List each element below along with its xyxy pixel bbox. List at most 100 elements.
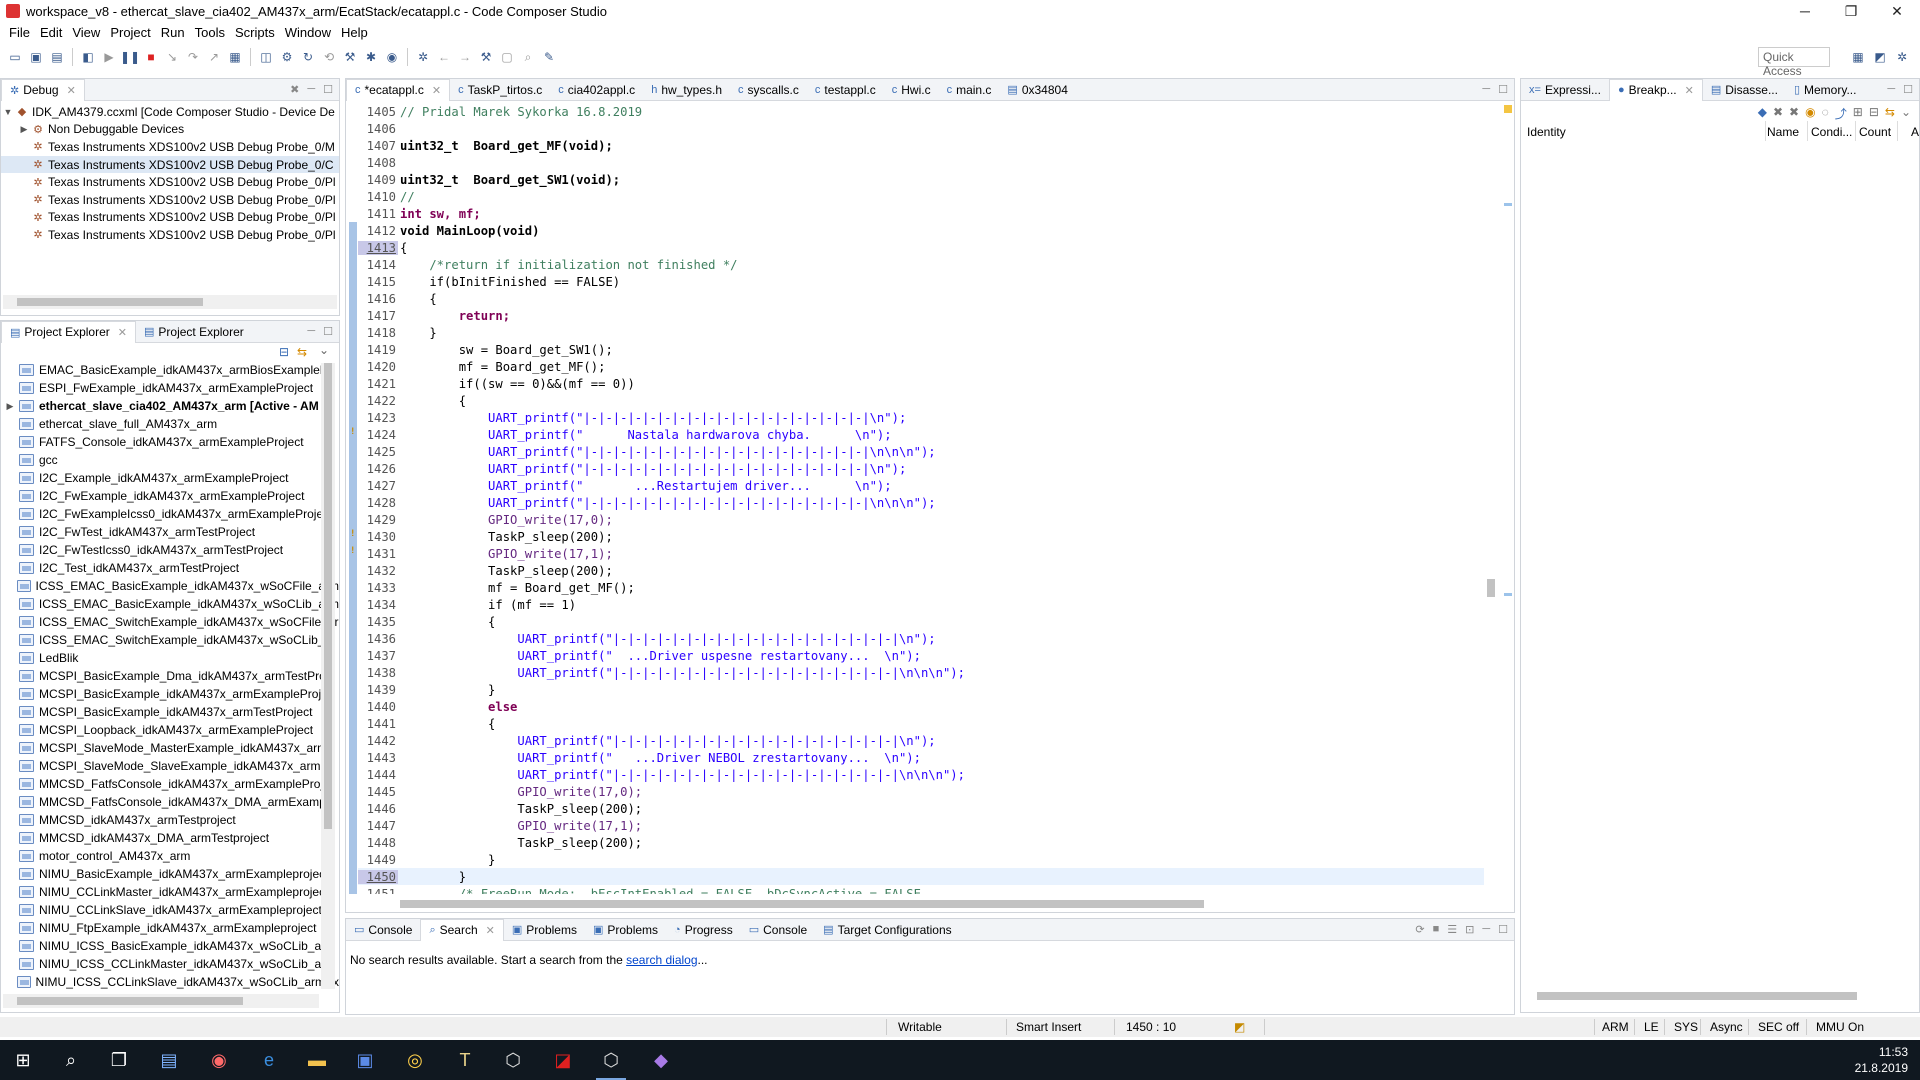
- tab-hw-types[interactable]: h hw_types.h: [643, 79, 730, 101]
- code-line[interactable]: 1415 if(bInitFinished == FALSE): [358, 273, 1496, 290]
- ccs-active-icon[interactable]: ⬡: [596, 1045, 626, 1080]
- project-list-item[interactable]: NIMU_ICSS_BasicExample_idkAM437x_wSoCLib…: [1, 937, 339, 955]
- column-identity[interactable]: Identity: [1527, 125, 1566, 139]
- column-separator[interactable]: [1807, 121, 1808, 141]
- code-line[interactable]: 1421 if((sw == 0)&&(mf == 0)): [358, 375, 1496, 392]
- project-list-item[interactable]: I2C_FwExampleIcss0_idkAM437x_armExampleP…: [1, 505, 339, 523]
- remove-all-icon[interactable]: ✖: [1789, 105, 1799, 122]
- minimize-button[interactable]: ─: [1782, 0, 1828, 22]
- menu-run[interactable]: Run: [156, 25, 190, 40]
- link-with-editor-icon[interactable]: ⇆: [297, 345, 307, 359]
- tab-problems-2[interactable]: ▣ Problems: [585, 919, 666, 941]
- code-line[interactable]: 1448 TaskP_sleep(200);: [358, 834, 1496, 851]
- project-list-item[interactable]: MMCSD_idkAM437x_armTestproject: [1, 811, 339, 829]
- scroll-thumb[interactable]: [1537, 992, 1857, 1000]
- code-line[interactable]: 1435 {: [358, 613, 1496, 630]
- refresh-icon[interactable]: ↻: [299, 48, 317, 66]
- code-line[interactable]: 1416 {: [358, 290, 1496, 307]
- code-line[interactable]: 1441 {: [358, 715, 1496, 732]
- tab-expressions[interactable]: x= Expressi...: [1521, 79, 1609, 101]
- expand-icon[interactable]: ▶: [17, 124, 31, 135]
- tab-testappl[interactable]: c testappl.c: [807, 79, 884, 101]
- debug-tree-row[interactable]: ✲ Texas Instruments XDS100v2 USB Debug P…: [1, 191, 339, 209]
- code-line[interactable]: 1410 //: [358, 188, 1496, 205]
- occurrence-marker[interactable]: [1504, 593, 1512, 596]
- cube-icon[interactable]: ⬡: [498, 1045, 528, 1075]
- project-list-item[interactable]: NIMU_CCLinkMaster_idkAM437x_armExamplepr…: [1, 883, 339, 901]
- folder-icon[interactable]: ▬: [302, 1045, 332, 1075]
- code-line[interactable]: 1433 mf = Board_get_MF();: [358, 579, 1496, 596]
- tab-breakpoints[interactable]: ● Breakp... ✕: [1608, 78, 1703, 101]
- warning-icon[interactable]: !: [350, 427, 358, 438]
- tab-debug[interactable]: ✲ Debug ✕: [1, 78, 85, 101]
- history-icon[interactable]: ⟲: [320, 48, 338, 66]
- column-count[interactable]: Count: [1859, 125, 1891, 139]
- tab-console-2[interactable]: ▭ Console: [741, 919, 815, 941]
- project-list-item[interactable]: MCSPI_BasicExample_Dma_idkAM437x_armTest…: [1, 667, 339, 685]
- code-line[interactable]: 1446 TaskP_sleep(200);: [358, 800, 1496, 817]
- project-list-item[interactable]: LedBlik: [1, 649, 339, 667]
- pin-icon[interactable]: ⊡: [1465, 923, 1474, 936]
- terminate-icon[interactable]: ■: [142, 48, 160, 66]
- disable-icon[interactable]: ◌: [1822, 105, 1829, 122]
- tab-project-explorer-2[interactable]: ▤ Project Explorer: [136, 321, 252, 343]
- save-icon[interactable]: ▣: [27, 48, 45, 66]
- project-list-item[interactable]: ICSS_EMAC_SwitchExample_idkAM437x_wSoCFi…: [1, 613, 339, 631]
- project-list-item[interactable]: NIMU_BasicExample_idkAM437x_armExamplepr…: [1, 865, 339, 883]
- close-icon[interactable]: ✕: [67, 84, 76, 97]
- edit-perspective-icon[interactable]: ◩: [1870, 47, 1890, 67]
- system-clock[interactable]: 11:53 21.8.2019: [1855, 1044, 1908, 1076]
- project-list-item[interactable]: gcc: [1, 451, 339, 469]
- remove-icon[interactable]: ✖: [1773, 105, 1783, 122]
- search-icon[interactable]: ⌕: [56, 1045, 86, 1075]
- menu-scripts[interactable]: Scripts: [230, 25, 280, 40]
- code-line[interactable]: 1450 }: [358, 868, 1496, 885]
- code-line[interactable]: 1409 uint32_t Board_get_SW1(void);: [358, 171, 1496, 188]
- debug-tree-row[interactable]: ✲ Texas Instruments XDS100v2 USB Debug P…: [1, 226, 339, 244]
- explorer-horizontal-scrollbar[interactable]: [3, 994, 319, 1008]
- tab-problems[interactable]: ▣ Problems: [504, 919, 585, 941]
- project-list-item[interactable]: motor_control_AM437x_arm: [1, 847, 339, 865]
- menu-tools[interactable]: Tools: [190, 25, 230, 40]
- maximize-icon[interactable]: ☐: [1498, 923, 1508, 936]
- code-line[interactable]: 1443 UART_printf(" ...Driver NEBOL zrest…: [358, 749, 1496, 766]
- suspend-icon[interactable]: ❚❚: [120, 48, 140, 66]
- code-line[interactable]: 1411 int sw, mf;: [358, 205, 1496, 222]
- menu-edit[interactable]: Edit: [35, 25, 67, 40]
- project-list-item[interactable]: ethercat_slave_full_AM437x_arm: [1, 415, 339, 433]
- pdf-icon[interactable]: ◪: [548, 1045, 578, 1075]
- tab-progress[interactable]: ◔ Progress: [666, 919, 741, 941]
- minimize-icon[interactable]: ─: [1887, 83, 1895, 96]
- debug-tree-row[interactable]: ✲ Texas Instruments XDS100v2 USB Debug P…: [1, 209, 339, 227]
- code-line[interactable]: 1418 }: [358, 324, 1496, 341]
- maximize-button[interactable]: ❐: [1828, 0, 1874, 22]
- project-list-item[interactable]: I2C_Example_idkAM437x_armExampleProject: [1, 469, 339, 487]
- column-condition[interactable]: Condi...: [1811, 125, 1852, 139]
- tab-project-explorer[interactable]: ▤ Project Explorer ✕: [1, 320, 136, 343]
- tab-taskp-tirtos[interactable]: c TaskP_tirtos.c: [450, 79, 550, 101]
- warning-icon[interactable]: !: [350, 529, 358, 540]
- cancel-search-icon[interactable]: ■: [1433, 923, 1440, 936]
- editor-horizontal-scrollbar[interactable]: [360, 897, 1484, 911]
- chrome-icon[interactable]: ◎: [400, 1045, 430, 1075]
- step-into-icon[interactable]: ↘: [163, 48, 181, 66]
- bug-icon[interactable]: ✲: [414, 48, 432, 66]
- disassembly-icon[interactable]: ◫: [257, 48, 275, 66]
- file-manager-icon[interactable]: ▤: [154, 1045, 184, 1075]
- code-line[interactable]: 1447 GPIO_write(17,1);: [358, 817, 1496, 834]
- hammer-icon[interactable]: ⚒: [477, 48, 495, 66]
- tab-ecatappl[interactable]: c *ecatappl.c ✕: [346, 78, 451, 101]
- code-line[interactable]: 1420 mf = Board_get_MF();: [358, 358, 1496, 375]
- project-list-item[interactable]: MMCSD_idkAM437x_DMA_armTestproject: [1, 829, 339, 847]
- menu-help[interactable]: Help: [336, 25, 373, 40]
- project-list-item[interactable]: MMCSD_FatfsConsole_idkAM437x_DMA_armExam…: [1, 793, 339, 811]
- ccs-taskbar-icon[interactable]: ◉: [204, 1045, 234, 1075]
- code-line[interactable]: 1419 sw = Board_get_SW1();: [358, 341, 1496, 358]
- debug-tree-row[interactable]: ✲ Texas Instruments XDS100v2 USB Debug P…: [1, 138, 339, 156]
- code-line[interactable]: 1426 UART_printf("|-|-|-|-|-|-|-|-|-|-|-…: [358, 460, 1496, 477]
- debug-tree-row[interactable]: ▶ ⚙ Non Debuggable Devices: [1, 121, 339, 139]
- project-list-item[interactable]: MCSPI_Loopback_idkAM437x_armExampleProje…: [1, 721, 339, 739]
- occurrence-marker[interactable]: [1504, 203, 1512, 206]
- column-separator[interactable]: [1897, 121, 1898, 141]
- scroll-thumb[interactable]: [324, 363, 332, 829]
